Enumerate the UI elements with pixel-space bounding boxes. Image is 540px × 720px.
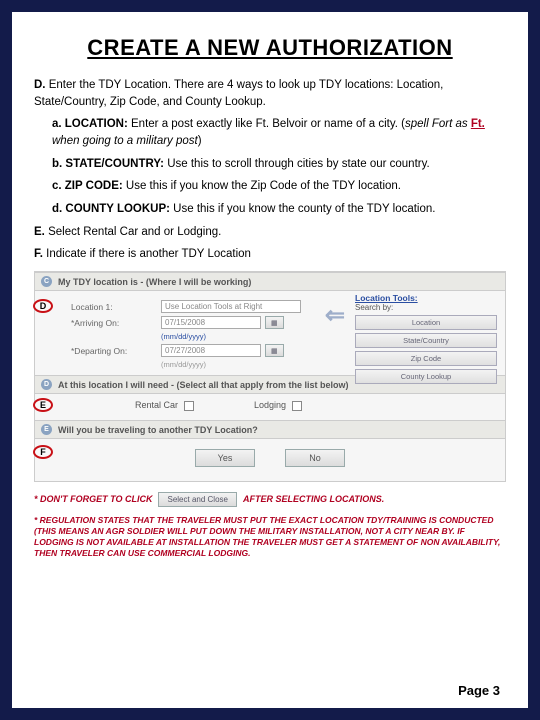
calendar-icon[interactable]: ▦: [265, 316, 284, 329]
section-c-title: My TDY location is - (Where I will be wo…: [58, 277, 251, 287]
rental-checkbox[interactable]: [184, 401, 194, 411]
arriving-label: *Arriving On:: [71, 318, 161, 328]
instruction-b: b. STATE/COUNTRY: Use this to scroll thr…: [52, 156, 506, 173]
rental-car-option: Rental Car: [135, 400, 194, 411]
location-label: Location 1:: [71, 302, 161, 312]
departing-label: *Departing On:: [71, 346, 161, 356]
state-country-button[interactable]: State/Country: [355, 333, 497, 348]
after-selecting-text: AFTER SELECTING LOCATIONS.: [243, 494, 384, 506]
instruction-a: a. LOCATION: Enter a post exactly like F…: [52, 116, 506, 149]
instruction-e: E. Select Rental Car and or Lodging.: [34, 224, 506, 241]
lead-d: D.: [34, 79, 46, 91]
page-title: CREATE A NEW AUTHORIZATION: [34, 35, 506, 61]
county-lookup-button[interactable]: County Lookup: [355, 369, 497, 384]
ft-abbrev: Ft.: [471, 118, 485, 130]
arriving-field[interactable]: 07/15/2008: [161, 316, 261, 329]
section-e-header: E Will you be traveling to another TDY L…: [35, 420, 505, 439]
calendar-icon-2[interactable]: ▦: [265, 344, 284, 357]
section-e-body: F Yes No: [35, 439, 505, 481]
no-button[interactable]: No: [285, 449, 345, 467]
select-and-close-button[interactable]: Select and Close: [158, 492, 236, 507]
callout-e: E: [33, 398, 53, 412]
callout-d: D: [33, 299, 53, 313]
instruction-f: F. Indicate if there is another TDY Loca…: [34, 246, 506, 263]
callout-f: F: [33, 445, 53, 459]
location-tools: Location Tools: Search by: Location Stat…: [355, 293, 497, 384]
instruction-d: D. Enter the TDY Location. There are 4 w…: [34, 77, 506, 110]
tools-title: Location Tools:: [355, 293, 497, 303]
instruction-d-sub: d. COUNTY LOOKUP: Use this if you know t…: [52, 201, 506, 218]
zip-code-button[interactable]: Zip Code: [355, 351, 497, 366]
departing-field[interactable]: 07/27/2008: [161, 344, 261, 357]
section-c-header: C My TDY location is - (Where I will be …: [35, 272, 505, 291]
location-field[interactable]: Use Location Tools at Right: [161, 300, 301, 313]
bullet-d: D: [41, 379, 52, 390]
bullet-e: E: [41, 424, 52, 435]
page-number: Page 3: [458, 683, 500, 698]
tools-sub: Search by:: [355, 303, 497, 312]
section-d-body: E Rental Car Lodging: [35, 394, 505, 420]
lodging-option: Lodging: [254, 400, 302, 411]
footer-reminder: * DON'T FORGET TO CLICK Select and Close…: [34, 492, 506, 507]
regulation-note: * REGULATION STATES THAT THE TRAVELER MU…: [34, 515, 506, 559]
location-button[interactable]: Location: [355, 315, 497, 330]
dont-forget-text: * DON'T FORGET TO CLICK: [34, 494, 152, 506]
lodging-checkbox[interactable]: [292, 401, 302, 411]
section-d-title: At this location I will need - (Select a…: [58, 380, 349, 390]
bullet-c: C: [41, 276, 52, 287]
section-c-body: D ⇐ Location Tools: Search by: Location …: [35, 291, 505, 375]
app-screenshot: C My TDY location is - (Where I will be …: [34, 271, 506, 482]
page-frame: CREATE A NEW AUTHORIZATION D. Enter the …: [0, 0, 540, 720]
section-e-title: Will you be traveling to another TDY Loc…: [58, 425, 258, 435]
instruction-c: c. ZIP CODE: Use this if you know the Zi…: [52, 178, 506, 195]
yes-button[interactable]: Yes: [195, 449, 255, 467]
arrow-icon: ⇐: [325, 301, 345, 330]
instructions-block: D. Enter the TDY Location. There are 4 w…: [34, 77, 506, 263]
